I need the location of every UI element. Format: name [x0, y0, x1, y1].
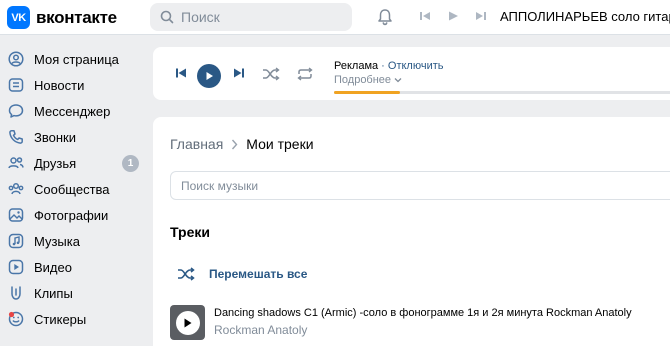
search-icon	[160, 10, 174, 24]
ad-separator: ·	[378, 60, 388, 72]
music-icon	[8, 233, 24, 249]
sidebar-item-music[interactable]: Музыка	[0, 228, 150, 254]
ad-title: Реклама	[334, 60, 379, 72]
sidebar-item-my-page[interactable]: Моя страница	[0, 46, 150, 72]
sidebar-item-communities[interactable]: Сообщества	[0, 176, 150, 202]
left-sidebar: Моя страница Новости Мессенджер Звонки Д…	[0, 46, 150, 332]
ad-more-link[interactable]: Подробнее	[334, 74, 402, 86]
shuffle-all-label: Перемешать все	[209, 267, 308, 281]
play-button[interactable]	[197, 64, 221, 88]
bell-icon[interactable]	[376, 8, 394, 26]
track-cover[interactable]	[170, 305, 205, 340]
user-circle-icon	[8, 51, 24, 67]
play-icon[interactable]	[447, 10, 459, 22]
play-icon	[184, 318, 192, 327]
breadcrumb: Главная Мои треки	[170, 136, 314, 152]
track-play-button[interactable]	[175, 310, 200, 335]
sidebar-item-label: Стикеры	[34, 311, 87, 327]
stickers-icon	[8, 311, 24, 327]
friends-icon	[8, 155, 24, 171]
track-title: Dancing shadows C1 (Armic) -соло в фоног…	[214, 307, 632, 319]
sidebar-item-label: Моя страница	[34, 51, 119, 67]
clips-icon	[8, 285, 24, 301]
audio-player: Реклама · Отключить Подробнее	[153, 47, 670, 100]
sidebar-item-label: Звонки	[34, 129, 76, 145]
ad-notice: Реклама · Отключить	[334, 60, 444, 72]
music-search-placeholder: Поиск музыки	[181, 178, 259, 193]
sidebar-item-label: Сообщества	[34, 181, 110, 197]
ad-more-label: Подробнее	[334, 74, 392, 86]
top-header: VK вконтакте Поиск АППОЛИНАРЬЕВ соло гит…	[0, 0, 670, 35]
disable-ads-link[interactable]: Отключить	[388, 60, 444, 72]
sidebar-item-label: Фотографии	[34, 207, 109, 223]
vk-logo[interactable]: VK вконтакте	[7, 6, 117, 29]
prev-icon[interactable]	[419, 10, 431, 22]
prev-track-icon[interactable]	[175, 67, 187, 79]
header-player-controls	[419, 10, 487, 22]
sidebar-item-label: Видео	[34, 259, 72, 275]
sidebar-item-label: Друзья	[34, 155, 77, 171]
global-search-input[interactable]: Поиск	[150, 3, 352, 31]
sidebar-item-photos[interactable]: Фотографии	[0, 202, 150, 228]
shuffle-icon	[178, 267, 195, 281]
vk-logo-badge: VK	[7, 6, 30, 29]
sidebar-item-stickers[interactable]: Стикеры	[0, 306, 150, 332]
header-now-playing[interactable]: АППОЛИНАРЬЕВ соло гитара	[500, 9, 670, 24]
tracks-heading: Треки	[170, 224, 210, 240]
shuffle-icon[interactable]	[262, 67, 280, 81]
repeat-icon[interactable]	[296, 67, 314, 81]
sidebar-item-label: Новости	[34, 77, 85, 93]
track-row[interactable]: Dancing shadows C1 (Armic) -соло в фоног…	[170, 305, 670, 341]
message-icon	[8, 103, 24, 119]
breadcrumb-current: Мои треки	[246, 136, 314, 152]
friends-count-badge: 1	[122, 155, 139, 172]
sidebar-item-calls[interactable]: Звонки	[0, 124, 150, 150]
video-icon	[8, 259, 24, 275]
sidebar-item-video[interactable]: Видео	[0, 254, 150, 280]
music-search-input[interactable]: Поиск музыки	[170, 171, 670, 200]
sidebar-item-label: Мессенджер	[34, 103, 111, 119]
sidebar-item-label: Музыка	[34, 233, 80, 249]
breadcrumb-home-link[interactable]: Главная	[170, 136, 223, 152]
vk-logo-text: вконтакте	[36, 7, 117, 27]
sidebar-item-messenger[interactable]: Мессенджер	[0, 98, 150, 124]
global-search-placeholder: Поиск	[181, 9, 220, 25]
communities-icon	[8, 181, 24, 197]
play-icon	[206, 72, 213, 80]
news-icon	[8, 77, 24, 93]
chevron-down-icon	[394, 78, 402, 83]
playback-progress-bar[interactable]	[334, 91, 670, 94]
playback-progress-fill	[334, 91, 401, 94]
sidebar-item-friends[interactable]: Друзья 1	[0, 150, 150, 176]
chevron-right-icon	[232, 139, 238, 149]
phone-icon	[8, 129, 24, 145]
sidebar-item-label: Клипы	[34, 285, 73, 301]
next-icon[interactable]	[475, 10, 487, 22]
sidebar-item-news[interactable]: Новости	[0, 72, 150, 98]
next-track-icon[interactable]	[233, 67, 245, 79]
music-panel: Главная Мои треки Поиск музыки Треки Пер…	[153, 117, 670, 346]
track-artist-link[interactable]: Rockman Anatoly	[214, 323, 307, 337]
shuffle-all-button[interactable]: Перемешать все	[177, 267, 307, 281]
photo-icon	[8, 207, 24, 223]
sidebar-item-clips[interactable]: Клипы	[0, 280, 150, 306]
